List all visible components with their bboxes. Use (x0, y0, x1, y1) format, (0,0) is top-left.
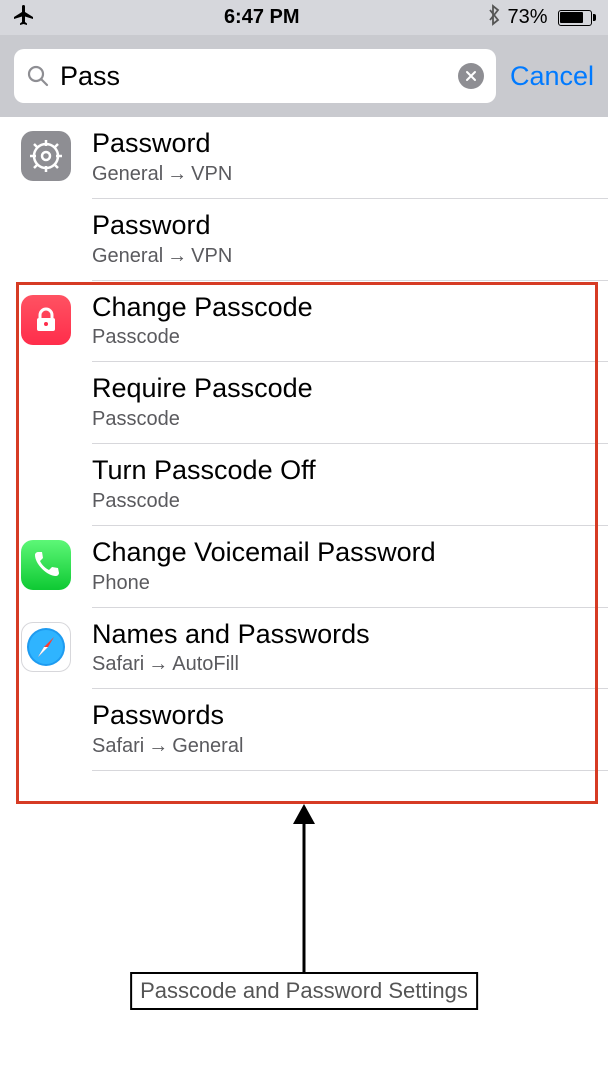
passcode-icon (21, 295, 71, 345)
status-right: 73% (487, 4, 596, 32)
search-result-row[interactable]: PasswordGeneral→VPN (0, 199, 608, 281)
result-path: General→VPN (92, 245, 592, 268)
clear-search-icon[interactable] (458, 63, 484, 89)
annotation-caption: Passcode and Password Settings (130, 972, 478, 1010)
search-result-row[interactable]: Change Voicemail PasswordPhone (0, 526, 608, 608)
result-text: PasswordGeneral→VPN (92, 127, 608, 199)
result-text: Require PasscodePasscode (92, 372, 608, 444)
result-title: Change Voicemail Password (92, 536, 592, 570)
search-result-row[interactable]: Require PasscodePasscode (0, 362, 608, 444)
result-title: Passwords (92, 699, 592, 733)
result-icon-slot (0, 209, 92, 213)
result-title: Change Passcode (92, 291, 592, 325)
status-left (12, 3, 36, 33)
result-icon-slot (0, 699, 92, 703)
search-field[interactable]: Pass (14, 49, 496, 103)
result-icon-slot (0, 618, 92, 672)
annotation-arrow-icon (289, 804, 319, 974)
result-text: Change PasscodePasscode (92, 291, 608, 363)
search-result-row[interactable]: PasswordGeneral→VPN (0, 117, 608, 199)
search-result-row[interactable]: Change PasscodePasscode (0, 281, 608, 363)
search-icon (26, 64, 50, 88)
search-result-row[interactable]: Turn Passcode OffPasscode (0, 444, 608, 526)
result-text: Change Voicemail PasswordPhone (92, 536, 608, 608)
safari-icon (21, 622, 71, 672)
result-text: Names and PasswordsSafari→AutoFill (92, 618, 608, 690)
result-title: Password (92, 209, 592, 243)
result-title: Password (92, 127, 592, 161)
result-title: Names and Passwords (92, 618, 592, 652)
result-icon-slot (0, 536, 92, 590)
search-result-row[interactable]: Names and PasswordsSafari→AutoFill (0, 608, 608, 690)
search-results: PasswordGeneral→VPNPasswordGeneral→VPNCh… (0, 117, 608, 771)
status-time: 6:47 PM (224, 6, 300, 29)
bluetooth-icon (487, 4, 501, 32)
result-icon-slot (0, 127, 92, 181)
result-icon-slot (0, 454, 92, 458)
result-path: Passcode (92, 326, 592, 349)
result-text: PasswordGeneral→VPN (92, 209, 608, 281)
result-text: PasswordsSafari→General (92, 699, 608, 771)
result-path: General→VPN (92, 163, 592, 186)
result-text: Turn Passcode OffPasscode (92, 454, 608, 526)
search-result-row[interactable]: PasswordsSafari→General (0, 689, 608, 771)
airplane-mode-icon (12, 3, 36, 33)
result-title: Require Passcode (92, 372, 592, 406)
result-path: Safari→AutoFill (92, 653, 592, 676)
result-path: Phone (92, 572, 592, 595)
result-path: Passcode (92, 408, 592, 431)
result-path: Passcode (92, 490, 592, 513)
result-title: Turn Passcode Off (92, 454, 592, 488)
status-bar: 6:47 PM 73% (0, 0, 608, 35)
result-icon-slot (0, 372, 92, 376)
search-input[interactable]: Pass (60, 61, 448, 92)
phone-icon (21, 540, 71, 590)
result-path: Safari→General (92, 735, 592, 758)
cancel-button[interactable]: Cancel (510, 61, 594, 92)
search-header: Pass Cancel (0, 35, 608, 117)
settings-icon (21, 131, 71, 181)
battery-icon (554, 10, 597, 26)
result-icon-slot (0, 291, 92, 345)
battery-percentage: 73% (507, 6, 547, 29)
